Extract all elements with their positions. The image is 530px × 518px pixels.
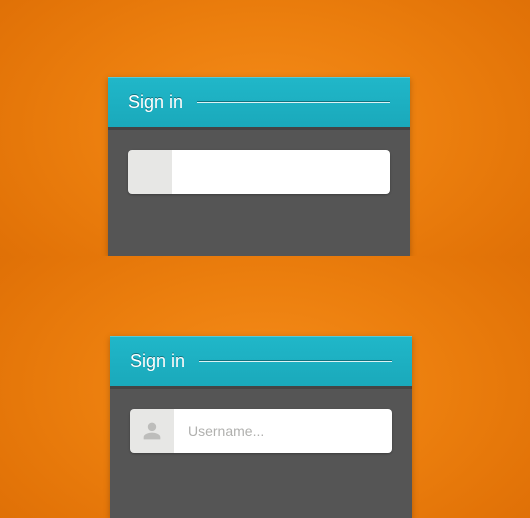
username-input[interactable]	[174, 409, 392, 453]
user-icon	[128, 150, 172, 194]
username-input[interactable]	[172, 150, 390, 194]
username-field	[130, 409, 392, 453]
header-rule	[197, 101, 390, 103]
header-rule	[199, 360, 392, 362]
signin-card: Sign in	[108, 77, 410, 256]
showcase-panel-bottom: Sign in	[0, 256, 530, 518]
username-field	[128, 150, 390, 194]
signin-card-body	[110, 386, 412, 518]
signin-card-body	[108, 127, 410, 256]
user-icon-svg	[142, 421, 162, 441]
signin-title: Sign in	[128, 92, 183, 113]
user-icon	[130, 409, 174, 453]
showcase-panel-top: Sign in	[0, 0, 530, 256]
signin-card-header: Sign in	[110, 336, 412, 386]
signin-title: Sign in	[130, 351, 185, 372]
signin-card-header: Sign in	[108, 77, 410, 127]
signin-card: Sign in	[110, 336, 412, 518]
